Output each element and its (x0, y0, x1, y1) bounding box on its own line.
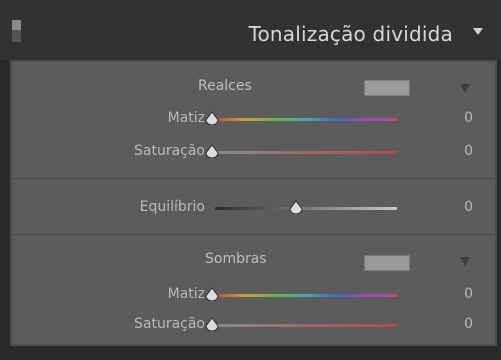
shadows-color-swatch[interactable] (364, 255, 410, 271)
shadows-title: Sombras (205, 251, 267, 267)
shadows-saturation-slider[interactable] (215, 324, 397, 327)
panel-header[interactable]: Tonalização dividida (0, 0, 501, 60)
highlights-hue-value[interactable]: 0 (464, 110, 473, 126)
shadows-saturation-thumb-icon[interactable] (205, 317, 219, 331)
split-toning-panel: Realces Matiz 0 Saturação 0 Equilíbrio 0… (10, 60, 497, 346)
highlights-hue-label: Matiz (167, 110, 205, 126)
section-divider (12, 178, 495, 179)
shadows-hue-thumb-icon[interactable] (205, 287, 219, 301)
balance-slider[interactable] (215, 207, 397, 210)
shadows-hue-value[interactable]: 0 (464, 286, 473, 302)
panel-title: Tonalização dividida (248, 22, 453, 46)
highlights-hue-thumb-icon[interactable] (205, 111, 219, 125)
highlights-saturation-value[interactable]: 0 (464, 143, 473, 159)
shadows-hue-slider[interactable] (215, 294, 397, 297)
balance-label: Equilíbrio (139, 199, 205, 215)
shadows-saturation-value[interactable]: 0 (464, 316, 473, 332)
shadows-hue-label: Matiz (167, 286, 205, 302)
shadows-saturation-label: Saturação (133, 316, 205, 332)
highlights-expand-caret-icon[interactable] (460, 84, 470, 93)
shadows-saturation-row: Saturação 0 (12, 314, 495, 338)
section-divider (12, 234, 495, 235)
shadows-expand-caret-icon[interactable] (460, 257, 470, 266)
highlights-saturation-label: Saturação (133, 143, 205, 159)
highlights-hue-slider[interactable] (215, 118, 397, 121)
highlights-title: Realces (198, 78, 252, 94)
highlights-saturation-slider[interactable] (215, 151, 397, 154)
highlights-saturation-row: Saturação 0 (12, 141, 495, 165)
balance-row: Equilíbrio 0 (12, 197, 495, 221)
shadows-hue-row: Matiz 0 (12, 284, 495, 308)
highlights-saturation-thumb-icon[interactable] (205, 144, 219, 158)
highlights-header: Realces (12, 78, 495, 98)
shadows-header: Sombras (12, 251, 495, 271)
panel-toggle-switch[interactable] (12, 20, 21, 42)
highlights-color-swatch[interactable] (364, 80, 410, 96)
balance-thumb-icon[interactable] (289, 200, 303, 214)
highlights-hue-row: Matiz 0 (12, 108, 495, 132)
balance-value[interactable]: 0 (464, 199, 473, 215)
collapse-caret-icon[interactable] (473, 28, 483, 35)
